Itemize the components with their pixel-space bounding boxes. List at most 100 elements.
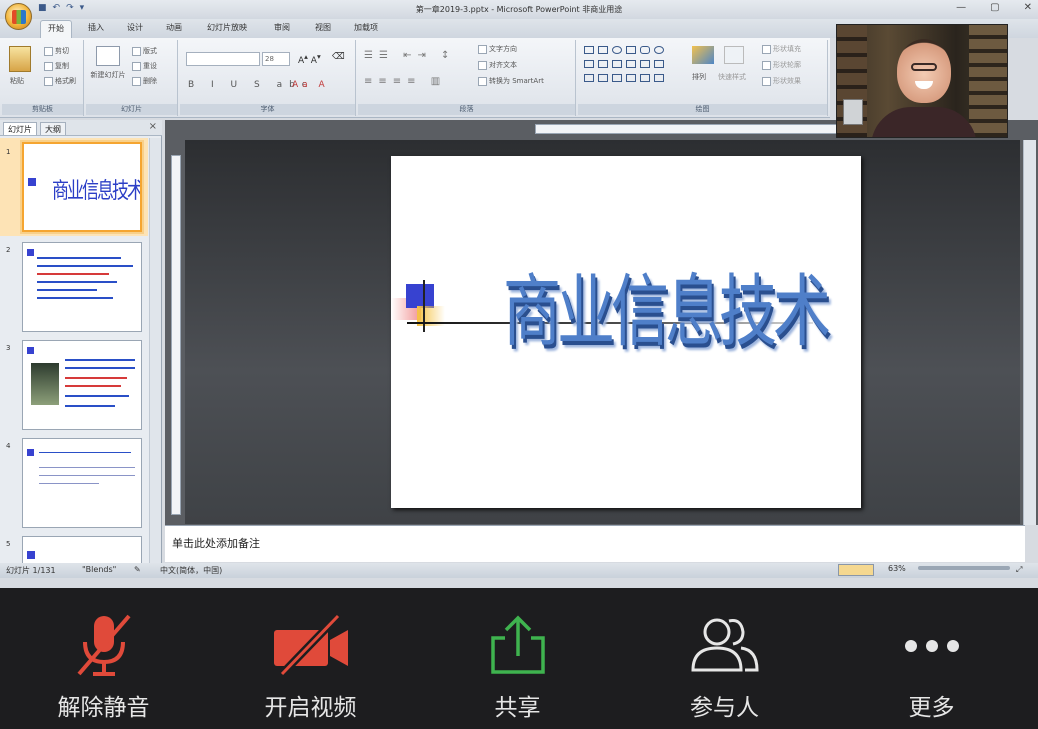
participants-button[interactable]: 参与人 — [621, 588, 828, 729]
quick-styles-button[interactable]: 快速样式 — [718, 72, 746, 82]
scissors-icon — [44, 46, 53, 56]
participant-face — [897, 39, 951, 103]
thumb-logo-icon — [27, 551, 35, 559]
shape-outline-button[interactable]: 形状轮廓 — [762, 60, 801, 70]
align-buttons-icon[interactable]: ≡≡≡≡ ▥ — [364, 76, 446, 87]
quick-styles-icon[interactable] — [724, 46, 744, 64]
tab-outline[interactable]: 大纲 — [40, 122, 66, 135]
slide-thumbnail-1[interactable]: 商业信息技术 — [22, 142, 142, 232]
connector-shape-icon[interactable] — [626, 60, 636, 68]
fit-window-icon[interactable]: ⤢ — [1016, 565, 1022, 575]
tab-addins[interactable]: 加载项 — [354, 22, 378, 33]
circle-shape-icon[interactable] — [654, 46, 664, 54]
format-painter-label: 格式刷 — [55, 77, 76, 85]
align-text-label: 对齐文本 — [489, 61, 517, 69]
slide-thumbnail-4[interactable] — [22, 438, 142, 528]
thumb-logo-icon — [27, 249, 34, 256]
cut-button[interactable]: 剪切 — [44, 46, 69, 56]
more-button[interactable]: 更多 — [828, 588, 1035, 729]
slide-scrollbar[interactable] — [1023, 140, 1036, 525]
slide-thumbnail-3[interactable] — [22, 340, 142, 430]
share-icon — [490, 615, 545, 674]
unmute-button[interactable]: 解除静音 — [0, 588, 207, 729]
clear-format-icon[interactable]: ⌫ — [332, 52, 345, 62]
reset-icon — [132, 61, 141, 71]
tab-slide-show[interactable]: 幻灯片放映 — [207, 22, 247, 33]
slides-panel: 幻灯片 大纲 × 1 商业信息技术 2 3 4 5 — [0, 120, 162, 563]
align-text-button[interactable]: 对齐文本 — [478, 60, 517, 70]
layout-button[interactable]: 版式 — [132, 46, 157, 56]
paste-button[interactable]: 粘贴 — [10, 76, 24, 86]
copy-button[interactable]: 复制 — [44, 61, 69, 71]
reset-button[interactable]: 重设 — [132, 61, 157, 71]
line-shape-icon[interactable] — [626, 46, 636, 54]
square-shape-icon[interactable] — [584, 60, 594, 68]
font-color-icon[interactable]: Aa A — [292, 80, 329, 90]
close-panel-icon[interactable]: × — [149, 121, 157, 132]
down-arrow-shape-icon[interactable] — [654, 60, 664, 68]
brace-shape-icon[interactable] — [598, 74, 608, 82]
zoom-slider[interactable] — [918, 566, 1010, 570]
arrange-button[interactable]: 排列 — [692, 72, 706, 82]
shape-effects-button[interactable]: 形状效果 — [762, 76, 801, 86]
bracket-shape-icon[interactable] — [612, 60, 622, 68]
tab-insert[interactable]: 插入 — [88, 22, 104, 33]
spellcheck-icon[interactable]: ✎ — [134, 565, 141, 574]
paste-icon[interactable] — [9, 46, 31, 72]
zoom-level: 63% — [888, 564, 906, 573]
new-slide-button[interactable]: 新建幻灯片 — [90, 70, 126, 80]
triangle-shape-icon[interactable] — [598, 60, 608, 68]
tab-slides[interactable]: 幻灯片 — [3, 122, 37, 135]
font-size-combo[interactable]: 28 — [262, 52, 290, 66]
slide-thumbnail-2[interactable] — [22, 242, 142, 332]
curve-shape-icon[interactable] — [584, 74, 594, 82]
unmute-label: 解除静音 — [57, 695, 150, 721]
cut-label: 剪切 — [55, 47, 69, 55]
participant-video[interactable] — [836, 24, 1008, 138]
freeform-shape-icon[interactable] — [626, 74, 636, 82]
layout-icon — [132, 46, 141, 56]
grow-font-icon[interactable]: A▴ A▾ — [298, 52, 321, 66]
tab-home[interactable]: 开始 — [40, 20, 72, 38]
shape-fill-button[interactable]: 形状填充 — [762, 44, 801, 54]
text-direction-button[interactable]: 文字方向 — [478, 44, 517, 54]
arrange-icon[interactable] — [692, 46, 714, 64]
rectangle-shape-icon[interactable] — [584, 46, 594, 54]
arrow-shape-icon[interactable] — [640, 60, 650, 68]
slide-thumbnail-5[interactable] — [22, 536, 142, 563]
thumb-text-line — [65, 377, 127, 379]
thumbnail-scrollbar[interactable] — [149, 138, 161, 563]
star-shape-icon[interactable] — [612, 74, 622, 82]
rounded-shape-icon[interactable] — [640, 46, 650, 54]
new-slide-icon[interactable] — [96, 46, 120, 66]
callout-shape-icon[interactable] — [640, 74, 650, 82]
tab-review[interactable]: 审阅 — [274, 22, 290, 33]
normal-view-icon[interactable] — [838, 564, 874, 576]
vertical-ruler — [171, 155, 181, 515]
font-name-combo[interactable] — [186, 52, 260, 66]
list-buttons-icon[interactable]: ☰☰ ⇤⇥ ↕ — [364, 50, 455, 61]
maximize-icon[interactable]: ▢ — [990, 2, 999, 13]
notes-pane[interactable]: 单击此处添加备注 — [165, 525, 1025, 562]
smartart-button[interactable]: 转换为 SmartArt — [478, 76, 544, 86]
format-painter-button[interactable]: 格式刷 — [44, 76, 76, 86]
office-button[interactable] — [5, 3, 32, 30]
more-shapes-icon[interactable] — [654, 74, 664, 82]
start-video-button[interactable]: 开启视频 — [207, 588, 414, 729]
share-button[interactable]: 共享 — [414, 588, 621, 729]
close-icon[interactable]: ✕ — [1024, 2, 1032, 13]
slide-title[interactable]: 商业信息技术 — [503, 248, 831, 361]
tab-animations[interactable]: 动画 — [166, 22, 182, 33]
current-slide[interactable]: 商业信息技术 — [391, 156, 861, 508]
tab-design[interactable]: 设计 — [127, 22, 143, 33]
reset-label: 重设 — [143, 62, 157, 70]
tab-view[interactable]: 视图 — [315, 22, 331, 33]
vertical-line-decoration — [423, 280, 425, 332]
delete-slide-button[interactable]: 删除 — [132, 76, 157, 86]
minimize-icon[interactable]: — — [956, 2, 966, 13]
mic-muted-icon — [76, 614, 131, 676]
ribbon: 粘贴 剪切 复制 格式刷 剪贴板 新建幻灯片 版式 重设 删除 幻灯片 28 A… — [0, 38, 830, 118]
thumbnail-title: 商业信息技术 — [52, 178, 142, 205]
oval-shape-icon[interactable] — [612, 46, 622, 54]
textbox-shape-icon[interactable] — [598, 46, 608, 54]
